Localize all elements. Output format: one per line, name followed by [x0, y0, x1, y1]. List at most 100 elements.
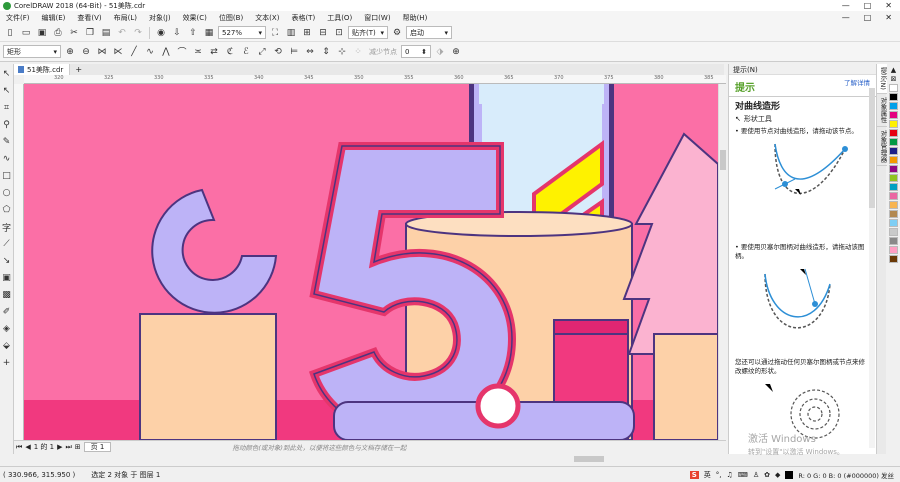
- extract-subpath-icon[interactable]: ℰ: [239, 45, 253, 59]
- palette-swatch[interactable]: [889, 174, 898, 182]
- menu-effects[interactable]: 效果(C): [177, 13, 213, 23]
- menu-help[interactable]: 帮助(H): [397, 13, 434, 23]
- palette-swatch[interactable]: [889, 210, 898, 218]
- palette-swatch[interactable]: [889, 120, 898, 128]
- snap-to-dropdown[interactable]: 贴齐(T) ▾: [348, 26, 388, 39]
- add-tool-icon[interactable]: +: [1, 357, 12, 369]
- symmetrical-node-icon[interactable]: ≍: [191, 45, 205, 59]
- horizontal-scroll-thumb[interactable]: [574, 456, 604, 462]
- pick-tool-icon[interactable]: ↖: [1, 68, 12, 80]
- join-nodes-icon[interactable]: ⋈: [95, 45, 109, 59]
- reflect-vertical-icon[interactable]: ⇕: [319, 45, 333, 59]
- document-tab[interactable]: 51美陈.cdr: [14, 64, 71, 75]
- paste-icon[interactable]: ▤: [99, 26, 113, 40]
- select-all-nodes-icon[interactable]: ⁘: [351, 45, 365, 59]
- ime-language[interactable]: 英: [704, 470, 711, 480]
- palette-swatch[interactable]: [889, 165, 898, 173]
- palette-swatch[interactable]: [889, 228, 898, 236]
- zoom-level-select[interactable]: 527% ▾: [218, 26, 266, 39]
- palette-swatch[interactable]: [889, 219, 898, 227]
- redo-icon[interactable]: ↷: [131, 26, 145, 40]
- palette-swatch[interactable]: [889, 147, 898, 155]
- open-folder-icon[interactable]: ▭: [19, 26, 33, 40]
- shape-tool-icon[interactable]: ↖: [1, 85, 12, 97]
- stretch-nodes-icon[interactable]: ⤢: [255, 45, 269, 59]
- menu-view[interactable]: 查看(V): [71, 13, 107, 23]
- palette-swatch[interactable]: [889, 93, 898, 101]
- show-guidelines-icon[interactable]: ⊟: [316, 26, 330, 40]
- parallel-dimension-icon[interactable]: ⟋: [1, 238, 12, 250]
- horizontal-ruler[interactable]: 320 325 330 335 340 345 350 355 360 365 …: [24, 75, 726, 84]
- cut-icon[interactable]: ✂: [67, 26, 81, 40]
- punctuation-icon[interactable]: °,: [716, 471, 722, 479]
- export-icon[interactable]: ⇧: [186, 26, 200, 40]
- palette-swatch[interactable]: [889, 183, 898, 191]
- import-icon[interactable]: ⇩: [170, 26, 184, 40]
- doc-restore-button[interactable]: □: [864, 13, 872, 22]
- menu-text[interactable]: 文本(X): [249, 13, 285, 23]
- palette-scroll-up-icon[interactable]: ▲: [891, 66, 896, 74]
- search-content-icon[interactable]: ◉: [154, 26, 168, 40]
- scroll-thumb[interactable]: [869, 88, 875, 208]
- show-grid-icon[interactable]: ⊞: [300, 26, 314, 40]
- outline-color-swatch[interactable]: [785, 470, 794, 479]
- prev-page-icon[interactable]: ◀: [25, 443, 30, 451]
- palette-swatch[interactable]: [889, 192, 898, 200]
- align-nodes-icon[interactable]: ⊨: [287, 45, 301, 59]
- new-tab-button[interactable]: +: [70, 65, 87, 74]
- curve-smoothness-field[interactable]: 0 ⬍: [401, 45, 431, 58]
- publish-pdf-icon[interactable]: ▦: [202, 26, 216, 40]
- new-document-icon[interactable]: ▯: [3, 26, 17, 40]
- close-button[interactable]: ✕: [885, 1, 892, 10]
- crop-tool-icon[interactable]: ⌗: [1, 102, 12, 114]
- full-screen-icon[interactable]: ⛶: [268, 26, 282, 40]
- corner-scale-icon[interactable]: ⬗: [433, 45, 447, 59]
- copy-icon[interactable]: ❐: [83, 26, 97, 40]
- palette-swatch[interactable]: [889, 246, 898, 254]
- break-curve-icon[interactable]: ⋉: [111, 45, 125, 59]
- palette-swatch[interactable]: [889, 102, 898, 110]
- microphone-icon[interactable]: ♫: [726, 471, 732, 479]
- keyboard-icon[interactable]: ⌨: [738, 471, 748, 479]
- hints-scrollbar[interactable]: [869, 88, 875, 448]
- menu-bitmaps[interactable]: 位图(B): [213, 13, 249, 23]
- next-page-icon[interactable]: ▶: [57, 443, 62, 451]
- artistic-media-icon[interactable]: ∿: [1, 153, 12, 165]
- palette-swatch[interactable]: [889, 201, 898, 209]
- delete-node-icon[interactable]: ⊖: [79, 45, 93, 59]
- reverse-direction-icon[interactable]: ⇄: [207, 45, 221, 59]
- smart-fill-icon[interactable]: ⬙: [1, 340, 12, 352]
- transparency-tool-icon[interactable]: ▩: [1, 289, 12, 301]
- interactive-fill-icon[interactable]: ◈: [1, 323, 12, 335]
- palette-swatch[interactable]: [889, 84, 898, 92]
- drop-shadow-icon[interactable]: ▣: [1, 272, 12, 284]
- add-page-icon[interactable]: ⊞: [75, 443, 81, 451]
- eyedropper-tool-icon[interactable]: ✐: [1, 306, 12, 318]
- palette-swatch[interactable]: [889, 111, 898, 119]
- user-icon[interactable]: ♙: [753, 471, 759, 479]
- freehand-tool-icon[interactable]: ✎: [1, 136, 12, 148]
- options-gear-icon[interactable]: ⚙: [390, 26, 404, 40]
- scroll-thumb[interactable]: [720, 150, 726, 170]
- menu-tools[interactable]: 工具(O): [321, 13, 358, 23]
- menu-file[interactable]: 文件(F): [0, 13, 36, 23]
- palette-swatch[interactable]: [889, 129, 898, 137]
- vertical-ruler[interactable]: [14, 84, 24, 440]
- extend-curve-icon[interactable]: ℭ: [223, 45, 237, 59]
- palette-swatch[interactable]: [889, 237, 898, 245]
- undo-icon[interactable]: ↶: [115, 26, 129, 40]
- cusp-node-icon[interactable]: ⋀: [159, 45, 173, 59]
- shape-type-select[interactable]: 矩形 ▾: [3, 45, 61, 58]
- menu-table[interactable]: 表格(T): [285, 13, 321, 23]
- drawing-canvas[interactable]: [24, 84, 718, 440]
- minimize-button[interactable]: —: [842, 1, 850, 10]
- to-line-icon[interactable]: ╱: [127, 45, 141, 59]
- rotate-nodes-icon[interactable]: ⟲: [271, 45, 285, 59]
- doc-minimize-button[interactable]: —: [842, 13, 850, 22]
- reflect-horizontal-icon[interactable]: ⇔: [303, 45, 317, 59]
- skin-icon[interactable]: ✿: [764, 471, 770, 479]
- text-tool-icon[interactable]: 字: [1, 221, 12, 234]
- last-page-icon[interactable]: ⏭: [65, 443, 71, 452]
- first-page-icon[interactable]: ⏮: [16, 443, 22, 452]
- polygon-tool-icon[interactable]: ⬠: [1, 204, 12, 216]
